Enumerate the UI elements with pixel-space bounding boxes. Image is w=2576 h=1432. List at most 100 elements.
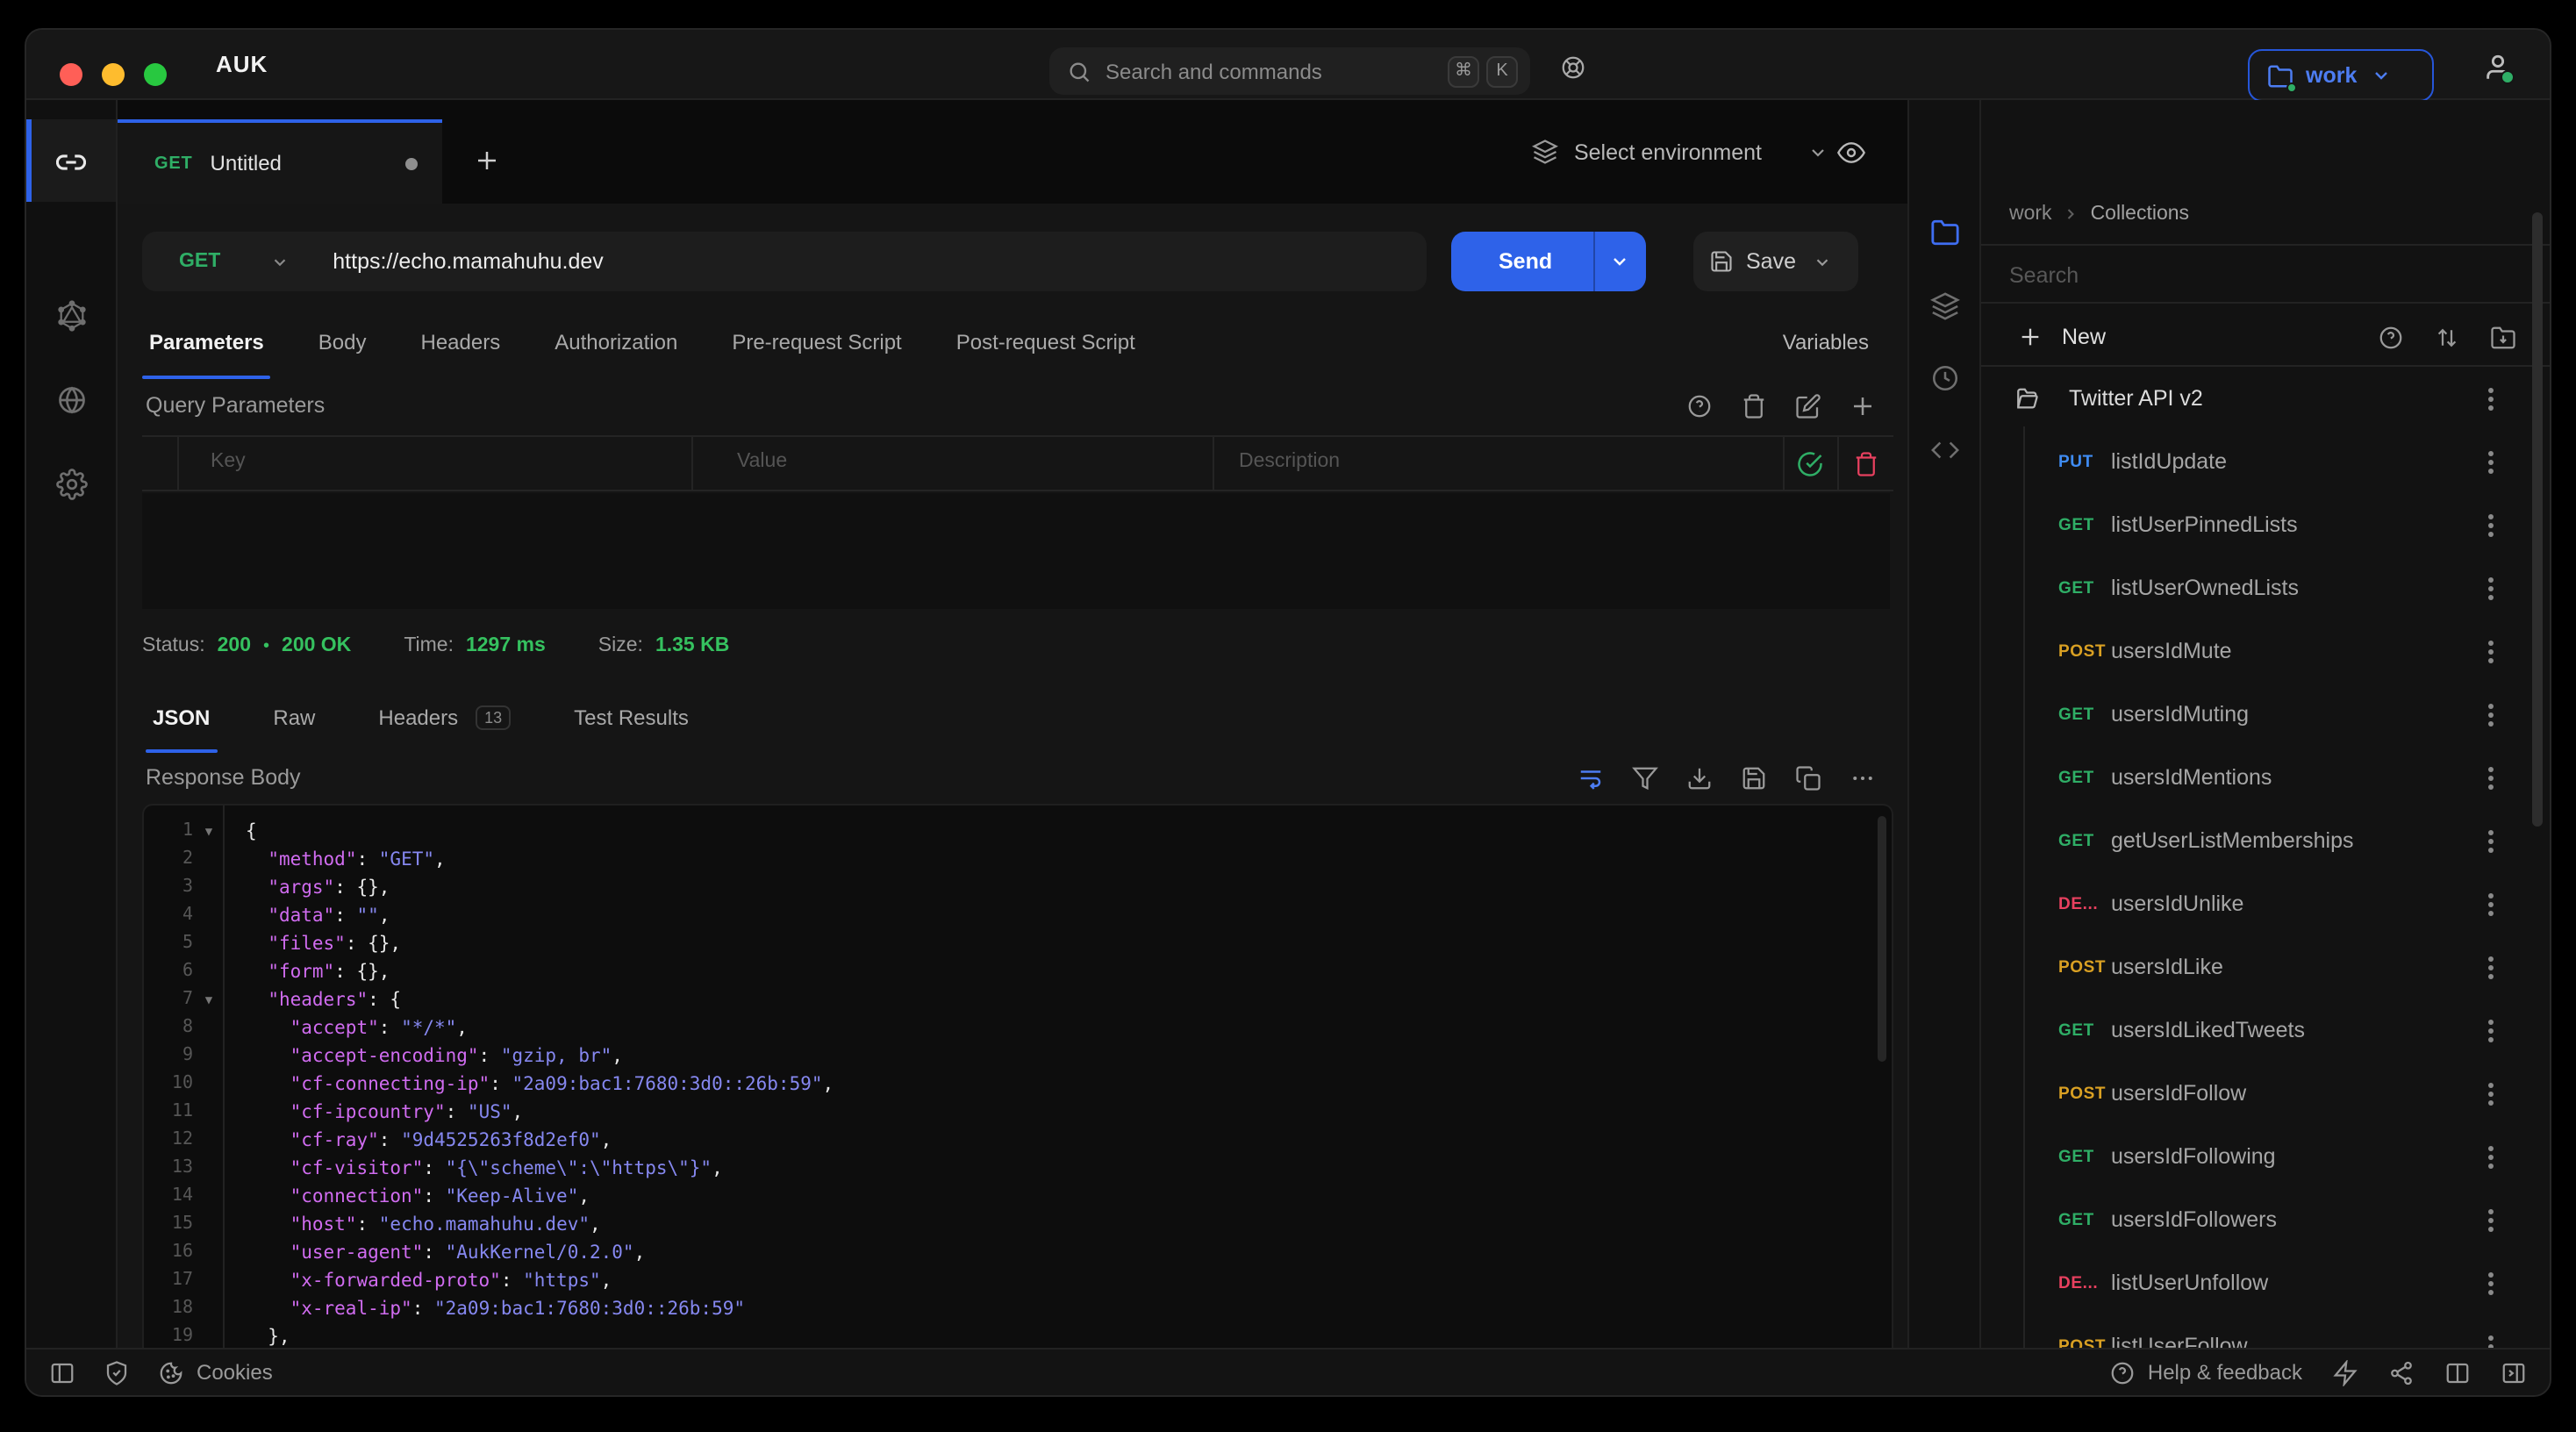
kebab-menu-icon[interactable] [2488,775,2494,780]
collections-search-input[interactable]: Search [2009,263,2079,288]
kebab-menu-icon[interactable] [2488,522,2494,527]
param-enabled-check-icon[interactable] [1797,451,1823,477]
request-tab-body[interactable]: Body [318,330,367,354]
environment-preview-button[interactable] [1837,100,1907,204]
request-tab-headers[interactable]: Headers [421,330,501,354]
help-circle-icon[interactable] [1686,392,1713,419]
rail-item-environments[interactable] [1909,291,1979,321]
more-options-icon[interactable] [1850,764,1876,791]
rail-item-globe[interactable] [26,384,116,416]
collection-item-usersidunlike[interactable]: DE...usersIdUnlike [1981,872,2550,935]
rail-item-code[interactable] [1909,435,1979,465]
param-value-input[interactable]: Value [737,451,787,472]
send-button[interactable]: Send [1451,232,1646,291]
collection-item-usersidmuting[interactable]: GETusersIdMuting [1981,683,2550,746]
send-options-chevron-icon[interactable] [1609,251,1630,272]
copy-icon[interactable] [1795,764,1821,791]
rail-item-collections[interactable] [1909,218,1979,247]
rail-item-history[interactable] [1909,363,1979,393]
help-feedback-button[interactable]: Help & feedback [2148,1360,2302,1385]
fold-toggle-icon[interactable]: ▼ [198,986,219,1014]
kebab-menu-icon[interactable] [2488,838,2494,843]
request-tab-pre-request-script[interactable]: Pre-request Script [732,330,901,354]
kebab-menu-icon[interactable] [2488,1091,2494,1096]
kebab-menu-icon[interactable] [2488,901,2494,906]
share-icon[interactable] [2388,1359,2415,1385]
toggle-right-panel-icon[interactable] [2501,1359,2527,1385]
collection-item-listidupdate[interactable]: PUTlistIdUpdate [1981,430,2550,493]
fold-toggle-icon[interactable]: ▼ [198,818,219,846]
collection-twitter-api-v2[interactable]: Twitter API v2 [1981,376,2550,421]
response-tab-test-results[interactable]: Test Results [574,705,689,730]
variables-link[interactable]: Variables [1783,330,1869,354]
collection-item-listuserunfollow[interactable]: DE...listUserUnfollow [1981,1251,2550,1314]
kebab-menu-icon[interactable] [2488,964,2494,970]
collection-item-getuserlistmemberships[interactable]: GETgetUserListMemberships [1981,809,2550,872]
request-tab-untitled[interactable]: GET Untitled [118,119,442,204]
kebab-menu-icon[interactable] [2488,1154,2494,1159]
close-window-button[interactable] [60,63,82,86]
user-avatar[interactable] [2483,53,2513,82]
kebab-menu-icon[interactable] [2488,1217,2494,1222]
filter-icon[interactable] [1632,764,1658,791]
save-response-icon[interactable] [1741,764,1767,791]
save-button[interactable]: Save [1693,232,1858,291]
collection-item-usersidlike[interactable]: POSTusersIdLike [1981,935,2550,999]
kebab-menu-icon[interactable] [2488,396,2494,401]
word-wrap-icon[interactable] [1578,764,1604,791]
sort-icon[interactable] [2434,324,2460,350]
collection-item-usersidlikedtweets[interactable]: GETusersIdLikedTweets [1981,999,2550,1062]
rail-item-rest[interactable] [26,147,116,177]
param-delete-icon[interactable] [1853,451,1879,477]
zoom-window-button[interactable] [144,63,167,86]
toggle-sidebar-icon[interactable] [49,1359,75,1385]
shield-check-icon[interactable] [104,1359,130,1385]
global-search-input[interactable]: Search and commands ⌘ K [1049,47,1530,95]
new-button[interactable]: New [2062,325,2348,349]
collection-item-usersidmute[interactable]: POSTusersIdMute [1981,619,2550,683]
kebab-menu-icon[interactable] [2488,459,2494,464]
split-view-icon[interactable] [2444,1359,2471,1385]
collection-item-usersidmentions[interactable]: GETusersIdMentions [1981,746,2550,809]
trash-icon[interactable] [1741,392,1767,419]
collection-item-listuserfollow[interactable]: POSTlistUserFollow [1981,1314,2550,1348]
breadcrumb-collections[interactable]: Collections [2091,204,2190,225]
code-scrollbar[interactable] [1878,816,1886,1062]
collection-item-usersidfollowers[interactable]: GETusersIdFollowers [1981,1188,2550,1251]
kebab-menu-icon[interactable] [2488,1280,2494,1285]
kebab-menu-icon[interactable] [2488,585,2494,591]
help-lifebuoy-icon[interactable] [1560,54,1586,81]
add-param-icon[interactable] [1850,392,1876,419]
help-circle-icon[interactable] [2109,1359,2136,1385]
save-options-chevron-icon[interactable] [1812,252,1831,271]
param-description-input[interactable]: Description [1239,451,1340,472]
edit-icon[interactable] [1795,392,1821,419]
request-tab-post-request-script[interactable]: Post-request Script [956,330,1135,354]
response-tab-headers[interactable]: Headers13 [378,705,511,730]
url-input[interactable]: GET https://echo.mamahuhu.dev [142,232,1427,291]
param-key-input[interactable]: Key [211,451,246,472]
environment-selector[interactable]: Select environment [1532,100,1828,204]
download-icon[interactable] [1686,764,1713,791]
rail-item-graphql[interactable] [26,300,116,332]
collections-scrollbar[interactable] [2532,212,2543,827]
minimize-window-button[interactable] [102,63,125,86]
kebab-menu-icon[interactable] [2488,1027,2494,1033]
collection-item-usersidfollowing[interactable]: GETusersIdFollowing [1981,1125,2550,1188]
request-tab-authorization[interactable]: Authorization [555,330,677,354]
help-circle-icon[interactable] [2378,324,2404,350]
response-body-editor[interactable]: 1▼{2 "method": "GET",3 "args": {},4 "dat… [142,804,1893,1348]
cookie-icon[interactable] [158,1359,184,1385]
import-folder-icon[interactable] [2490,324,2516,350]
response-tab-json[interactable]: JSON [153,705,210,730]
method-select[interactable]: GET [179,251,220,272]
workspace-switcher-button[interactable]: work [2248,49,2434,102]
kebab-menu-icon[interactable] [2488,712,2494,717]
collection-item-listuserpinnedlists[interactable]: GETlistUserPinnedLists [1981,493,2550,556]
collection-item-usersidfollow[interactable]: POSTusersIdFollow [1981,1062,2550,1125]
response-tab-raw[interactable]: Raw [273,705,315,730]
breadcrumb-workspace[interactable]: work [2009,204,2052,225]
rail-item-settings[interactable] [26,469,116,500]
new-tab-button[interactable] [474,147,500,174]
request-tab-parameters[interactable]: Parameters [149,330,264,354]
